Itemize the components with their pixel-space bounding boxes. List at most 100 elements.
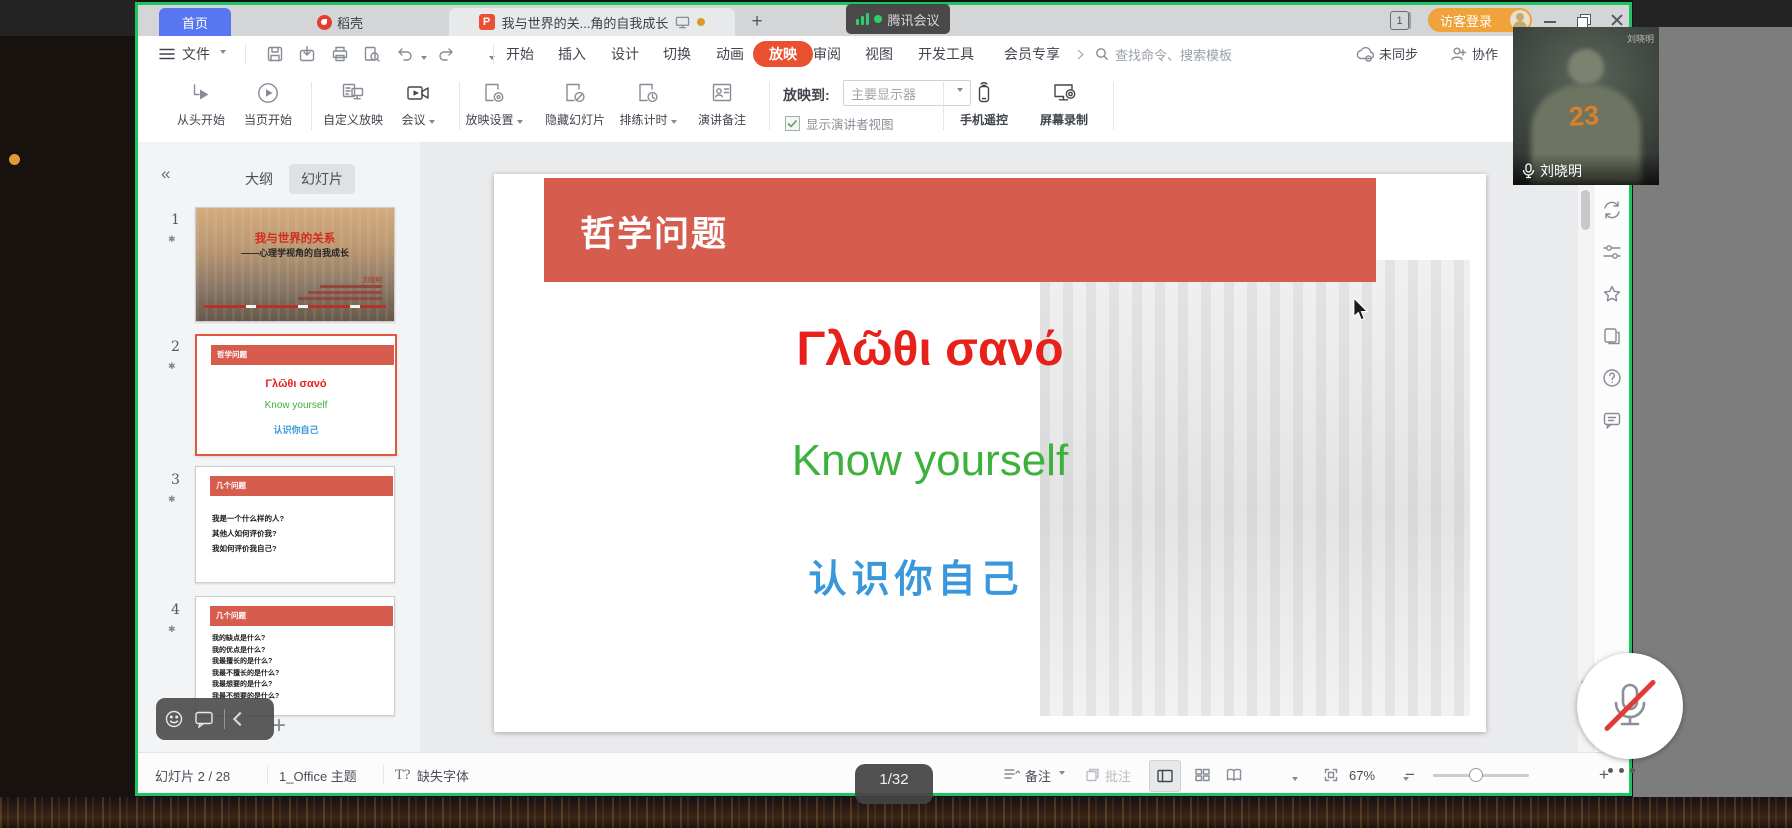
- current-slide[interactable]: 哲学问题 Γλῶθι σανό Know yourself 认识你自己: [494, 174, 1486, 732]
- ribbon-tab-insert[interactable]: 插入: [558, 36, 586, 72]
- tab-docer[interactable]: 稻壳: [297, 8, 383, 36]
- missing-font-warning[interactable]: 缺失字体: [417, 753, 469, 796]
- close-button[interactable]: [1609, 12, 1625, 28]
- participant-video-tile[interactable]: 23 刘晓明 刘晓明: [1513, 27, 1659, 185]
- view-reading-button[interactable]: [1219, 760, 1249, 790]
- mute-toggle-button[interactable]: [1577, 653, 1683, 759]
- tab-slides-active[interactable]: 幻灯片: [289, 164, 355, 194]
- theme-name[interactable]: 1_Office 主题: [279, 753, 357, 796]
- hide-slide-button[interactable]: 隐藏幻灯片: [537, 80, 613, 128]
- help-icon[interactable]: [1602, 368, 1622, 388]
- output-icon[interactable]: [298, 45, 316, 63]
- slide-1-thumbnail[interactable]: 我与世界的关系 ——心理学视角的自我成长 刘晓明: [195, 207, 395, 322]
- restore-button[interactable]: [1575, 12, 1591, 28]
- view-grid-button[interactable]: [1187, 760, 1217, 790]
- new-tab-button[interactable]: +: [743, 8, 771, 36]
- presenter-view-checkbox[interactable]: 显示演讲者视图: [785, 114, 894, 133]
- custom-show-icon: [340, 80, 366, 106]
- meeting-button[interactable]: 会议: [389, 80, 447, 128]
- notes-button[interactable]: 备注: [1003, 753, 1065, 796]
- ribbon-tab-slideshow-active[interactable]: 放映: [753, 41, 813, 67]
- tab-home[interactable]: 首页: [159, 8, 231, 36]
- sync-status[interactable]: 未同步: [1355, 44, 1418, 63]
- play-from-current-icon: [255, 80, 281, 106]
- speaker-notes-button[interactable]: 演讲备注: [685, 80, 759, 128]
- participant-head: [1568, 49, 1604, 85]
- slide-greek-text[interactable]: Γλῶθι σανό: [494, 322, 1366, 377]
- copy-pages-icon[interactable]: [1602, 326, 1622, 346]
- rehearse-timing-button[interactable]: 排练计时: [611, 80, 685, 128]
- play-from-beginning-button[interactable]: 从头开始: [163, 80, 239, 128]
- slide-3-thumbnail[interactable]: 几个问题 我是一个什么样的人? 其他人如何评价我? 我如何评价我自己?: [195, 466, 395, 583]
- phone-remote-button[interactable]: 手机遥控: [953, 80, 1015, 128]
- meeting-floating-bar[interactable]: 腾讯会议: [846, 4, 950, 34]
- cloud-sync-icon: [1355, 46, 1374, 62]
- scrollbar-thumb[interactable]: [1581, 190, 1590, 230]
- zoom-out-button[interactable]: −: [1405, 753, 1415, 796]
- window-count-badge[interactable]: 1: [1390, 11, 1409, 30]
- minimize-button[interactable]: [1542, 12, 1558, 28]
- ribbon-tab-start[interactable]: 开始: [506, 36, 534, 72]
- show-settings-button[interactable]: 放映设置: [455, 80, 533, 128]
- zoom-in-button[interactable]: +: [1599, 753, 1609, 796]
- zoom-slider[interactable]: [1433, 774, 1529, 777]
- redo-icon[interactable]: [437, 46, 455, 62]
- undo-options-chevron-icon[interactable]: [421, 56, 427, 63]
- chat-icon[interactable]: [194, 710, 214, 728]
- collapse-bar-chevron-icon[interactable]: [233, 712, 247, 726]
- save-icon[interactable]: [266, 45, 284, 63]
- feedback-bubble-icon[interactable]: [1602, 410, 1622, 430]
- slide-2-number: 2: [171, 339, 180, 355]
- wps-presentation-window: 首页 稻壳 P 我与世界的关...角的自我成长 + 1 访客登录: [137, 4, 1630, 796]
- print-icon[interactable]: [331, 45, 349, 63]
- slide-3-thumb-header: 几个问题: [210, 476, 393, 496]
- fit-to-window-button[interactable]: [1319, 760, 1343, 790]
- play-from-current-button[interactable]: 当页开始: [233, 80, 303, 128]
- canvas-scrollbar[interactable]: [1578, 142, 1593, 752]
- command-search[interactable]: 查找命令、搜索模板: [1095, 44, 1345, 64]
- ribbon-tab-animation[interactable]: 动画: [716, 36, 744, 72]
- recording-dot-icon: [874, 15, 882, 23]
- slide-2-thumbnail-selected[interactable]: 哲学问题 Γλῶθι σανό Know yourself 认识你自己: [195, 334, 397, 456]
- custom-show-button[interactable]: 自定义放映: [313, 80, 393, 128]
- ribbon-tab-design[interactable]: 设计: [611, 36, 639, 72]
- favorite-star-icon[interactable]: [1602, 284, 1622, 304]
- sync-share-icon[interactable]: [1602, 200, 1622, 220]
- zoom-level[interactable]: 67%: [1349, 753, 1375, 796]
- undo-icon[interactable]: [396, 46, 414, 62]
- adjust-sliders-icon[interactable]: [1602, 242, 1622, 262]
- zoom-slider-knob[interactable]: [1469, 768, 1483, 782]
- ribbon-tab-member[interactable]: 会员专享: [1004, 36, 1060, 72]
- ribbon-tab-review[interactable]: 审阅: [813, 36, 841, 72]
- print-preview-icon[interactable]: [363, 45, 381, 63]
- slide-chinese-text[interactable]: 认识你自己: [494, 548, 1338, 603]
- collapse-panel-button[interactable]: «: [161, 164, 170, 184]
- view-normal-button-active[interactable]: [1149, 760, 1181, 792]
- chevron-right-icon[interactable]: [1074, 50, 1084, 60]
- meeting-reaction-bar[interactable]: [156, 698, 274, 740]
- more-options-dots-icon[interactable]: [1608, 768, 1635, 773]
- add-slide-button[interactable]: +: [272, 712, 286, 740]
- divider: [1113, 82, 1114, 130]
- credit-line: [320, 285, 382, 288]
- search-icon: [1095, 47, 1109, 61]
- ribbon-tab-transition[interactable]: 切换: [663, 36, 691, 72]
- tab-document[interactable]: P 我与世界的关...角的自我成长: [449, 8, 735, 36]
- screen-record-button[interactable]: 屏幕录制: [1033, 80, 1095, 128]
- slide-english-text[interactable]: Know yourself: [494, 436, 1366, 486]
- emoji-reaction-icon[interactable]: [164, 709, 184, 729]
- comments-button-disabled[interactable]: 批注: [1085, 753, 1131, 796]
- collaborate-button[interactable]: 协作: [1450, 44, 1498, 63]
- slide-title-banner[interactable]: 哲学问题: [544, 178, 1376, 282]
- file-menu[interactable]: 文件: [159, 36, 226, 72]
- tab-home-label: 首页: [182, 13, 208, 32]
- view-options-chevron-icon[interactable]: [1292, 777, 1298, 784]
- sync-status-label: 未同步: [1379, 44, 1418, 63]
- tab-outline[interactable]: 大纲: [233, 164, 285, 194]
- display-target-dropdown[interactable]: 主要显示器: [843, 80, 971, 106]
- ribbon-tab-view[interactable]: 视图: [865, 36, 893, 72]
- play-from-beginning-icon: [188, 80, 214, 106]
- ribbon-tab-devtools[interactable]: 开发工具: [918, 36, 974, 72]
- credit-line: [298, 297, 382, 300]
- annotation-dot[interactable]: [9, 154, 20, 165]
